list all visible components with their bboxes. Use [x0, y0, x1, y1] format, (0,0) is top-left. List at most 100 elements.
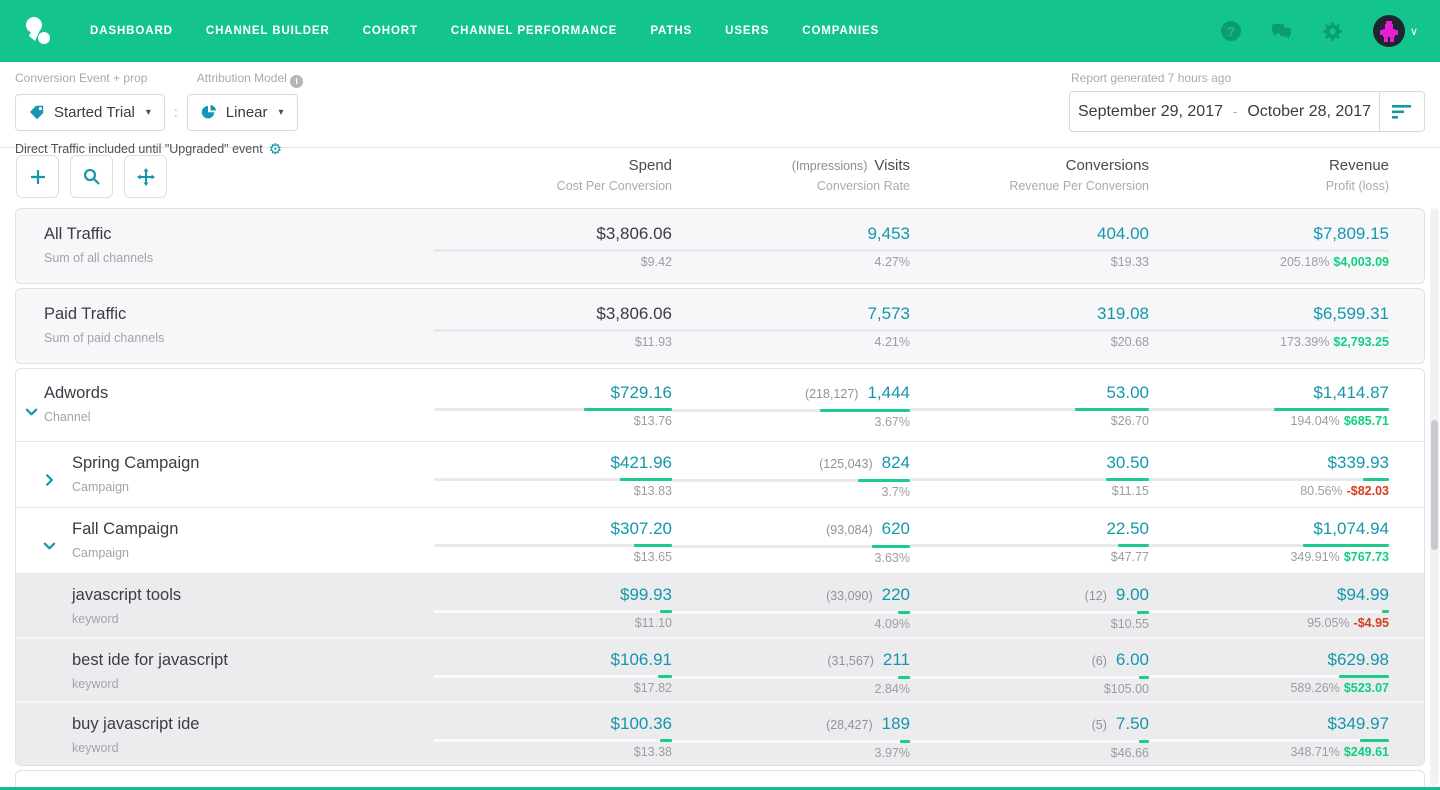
spend-value[interactable]: $100.36 [611, 714, 672, 733]
conversions-value[interactable]: 9.00 [1116, 585, 1149, 604]
revenue-value[interactable]: $339.93 [1328, 453, 1389, 472]
conversions-value[interactable]: 22.50 [1106, 519, 1149, 538]
visits-value[interactable]: 9,453 [867, 224, 910, 243]
spend-cell: $100.36 $13.38 [434, 713, 672, 765]
spend-value[interactable]: $729.16 [611, 383, 672, 402]
date-filter-button[interactable] [1379, 92, 1424, 131]
gear-icon[interactable] [1322, 21, 1343, 42]
visits-cell: (218,127)1,444 3.67% [672, 382, 910, 441]
spend-value[interactable]: $99.93 [620, 585, 672, 604]
visits-sub-value: 4.27% [875, 255, 910, 269]
app-logo[interactable] [22, 14, 56, 48]
revenue-pct: 80.56% [1300, 484, 1342, 498]
visits-cell: (33,090)220 4.09% [672, 584, 910, 637]
revenue-value[interactable]: $6,599.31 [1313, 304, 1389, 323]
table-row-all-traffic[interactable]: All Traffic Sum of all channels $3,806.0… [16, 209, 1424, 283]
help-icon[interactable]: ? [1221, 21, 1241, 41]
filter-lines-icon [1392, 105, 1412, 119]
conversions-value[interactable]: 30.50 [1106, 453, 1149, 472]
spend-value[interactable]: $106.91 [611, 650, 672, 669]
revenue-cell: $7,809.15 205.18%$4,003.09 [1149, 223, 1389, 283]
table-row-best-ide-for-javascript[interactable]: best ide for javascript keyword $106.91 … [16, 637, 1424, 701]
add-prop-button[interactable]: + prop [113, 71, 147, 85]
visits-sub-value: 3.63% [875, 551, 910, 565]
revenue-bar [1149, 544, 1389, 547]
conversions-bar [910, 478, 1149, 481]
date-range-value[interactable]: September 29, 2017 - October 28, 2017 [1070, 92, 1379, 131]
attribution-model-dropdown[interactable]: Linear ▾ [187, 94, 298, 131]
date-end: October 28, 2017 [1247, 103, 1371, 121]
revenue-bar [1149, 329, 1389, 332]
table-row-spring-campaign[interactable]: Spring Campaign Campaign $421.96 $13.83 … [16, 441, 1424, 507]
conversions-cell: (12)9.00 $10.55 [910, 584, 1149, 637]
chevron-down-icon: ∨ [1410, 25, 1418, 38]
visits-value[interactable]: 1,444 [867, 383, 910, 402]
revenue-value[interactable]: $1,414.87 [1313, 383, 1389, 402]
spend-value: $3,806.06 [596, 224, 672, 243]
visits-value[interactable]: 7,573 [867, 304, 910, 323]
conversions-cell: 319.08 $20.68 [910, 303, 1149, 363]
visits-value[interactable]: 824 [882, 453, 910, 472]
collapse-chevron-icon[interactable] [25, 405, 38, 418]
conversions-value[interactable]: 6.00 [1116, 650, 1149, 669]
date-range-picker: September 29, 2017 - October 28, 2017 [1069, 91, 1425, 132]
revenue-cell: $629.98 589.26%$523.07 [1149, 649, 1389, 701]
conversions-value[interactable]: 7.50 [1116, 714, 1149, 733]
nav-item-cohort[interactable]: COHORT [363, 25, 418, 37]
table-row-adwords[interactable]: Adwords Channel $729.16 $13.76 (218,127)… [16, 369, 1424, 441]
nav-item-paths[interactable]: PATHS [650, 25, 692, 37]
nav-item-dashboard[interactable]: DASHBOARD [90, 25, 173, 37]
user-menu[interactable]: ∨ [1373, 15, 1418, 47]
nav-item-companies[interactable]: COMPANIES [802, 25, 879, 37]
row-name: Adwords [16, 382, 434, 404]
row-name-cell: Paid Traffic Sum of paid channels [16, 303, 434, 363]
table-row-paid-traffic[interactable]: Paid Traffic Sum of paid channels $3,806… [16, 289, 1424, 363]
profit-value: $523.07 [1344, 681, 1389, 695]
column-header-visits[interactable]: (Impressions)Visits Conversion Rate [672, 156, 910, 193]
spend-value[interactable]: $307.20 [611, 519, 672, 538]
conversions-value[interactable]: 404.00 [1097, 224, 1149, 243]
conversion-event-value: Started Trial [54, 104, 135, 121]
revenue-value[interactable]: $1,074.94 [1313, 519, 1389, 538]
info-icon[interactable]: i [290, 75, 303, 88]
visits-sub-value: 3.7% [882, 485, 911, 499]
conversion-event-label: Conversion Event [15, 71, 110, 85]
table-row-javascript-tools[interactable]: javascript tools keyword $99.93 $11.10 (… [16, 573, 1424, 637]
revenue-value[interactable]: $94.99 [1337, 585, 1389, 604]
nav-item-channel-performance[interactable]: CHANNEL PERFORMANCE [451, 25, 617, 37]
visits-bar [672, 545, 910, 548]
spend-sub-value: $13.76 [634, 414, 672, 428]
conversions-value[interactable]: 53.00 [1106, 383, 1149, 402]
search-button[interactable] [70, 155, 113, 198]
table-row-buy-javascript-ide[interactable]: buy javascript ide keyword $100.36 $13.3… [16, 701, 1424, 765]
conversion-event-dropdown[interactable]: Started Trial ▾ [15, 94, 165, 131]
revenue-pct: 349.91% [1290, 550, 1339, 564]
conversions-value[interactable]: 319.08 [1097, 304, 1149, 323]
move-button[interactable] [124, 155, 167, 198]
column-header-revenue[interactable]: Revenue Profit (loss) [1149, 156, 1389, 193]
spend-bar [434, 675, 672, 678]
revenue-value[interactable]: $629.98 [1328, 650, 1389, 669]
visits-value[interactable]: 211 [883, 650, 910, 669]
expand-chevron-icon[interactable] [43, 473, 56, 486]
spend-value[interactable]: $421.96 [611, 453, 672, 472]
chat-icon[interactable] [1271, 21, 1292, 42]
profit-value: $767.73 [1344, 550, 1389, 564]
column-header-spend[interactable]: Spend Cost Per Conversion [434, 156, 672, 193]
avatar[interactable] [1373, 15, 1405, 47]
nav-item-channel-builder[interactable]: CHANNEL BUILDER [206, 25, 330, 37]
table-row-fall-campaign[interactable]: Fall Campaign Campaign $307.20 $13.65 (9… [16, 507, 1424, 573]
nav-item-users[interactable]: USERS [725, 25, 769, 37]
conversions-sub-value: $19.33 [1111, 255, 1149, 269]
visits-value[interactable]: 189 [882, 714, 910, 733]
add-channel-button[interactable] [16, 155, 59, 198]
vertical-scrollbar-thumb[interactable] [1431, 420, 1438, 550]
collapse-chevron-icon[interactable] [43, 539, 56, 552]
revenue-value[interactable]: $349.97 [1328, 714, 1389, 733]
spend-cell: $3,806.06 $11.93 [434, 303, 672, 363]
column-header-conversions[interactable]: Conversions Revenue Per Conversion [910, 156, 1149, 193]
visits-value[interactable]: 220 [882, 585, 910, 604]
visits-bar [672, 479, 910, 482]
revenue-value[interactable]: $7,809.15 [1313, 224, 1389, 243]
visits-value[interactable]: 620 [882, 519, 910, 538]
